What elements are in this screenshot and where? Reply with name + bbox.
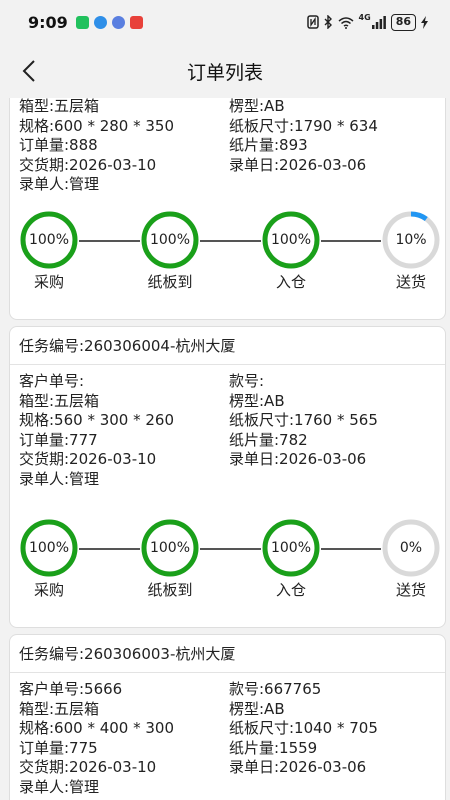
order-field: 纸片量:1559: [229, 738, 318, 757]
order-field: 录单日:2026-03-06: [229, 450, 367, 469]
order-field: 录单人:管理: [19, 469, 100, 488]
order-field: 楞型:AB: [229, 391, 285, 410]
order-list[interactable]: 箱型:五层箱 规格:600 * 280 * 350 订单量:888 交货期:20…: [0, 0, 450, 800]
order-field: 款号:: [229, 372, 265, 390]
order-field: 纸板尺寸:1760 * 565: [229, 411, 378, 430]
progress-stage: 100% 入仓: [261, 517, 321, 599]
progress-stage: 10% 送货: [381, 209, 441, 291]
progress-percent: 100%: [270, 540, 312, 556]
info-left-column: 箱型:五层箱 规格:600 * 280 * 350 订单量:888 交货期:20…: [19, 97, 174, 195]
page-title: 订单列表: [186, 61, 263, 84]
network-type: 4G: [358, 12, 371, 22]
order-field: 交货期:2026-03-10: [19, 758, 157, 777]
stage-connector: [79, 240, 140, 242]
progress-stage: 0% 送货: [381, 517, 441, 599]
stage-connector: [79, 548, 140, 550]
progress-percent: 100%: [270, 232, 312, 248]
battery-indicator: 86: [390, 13, 416, 31]
progress-percent: 100%: [149, 540, 191, 556]
order-field: 客户单号:: [19, 372, 85, 390]
charging-icon: [421, 15, 428, 29]
order-field: 录单人:管理: [19, 175, 100, 194]
browser-notification-icon: [111, 15, 125, 29]
progress-percent: 100%: [28, 232, 70, 248]
order-field: 纸板尺寸:1040 * 705: [229, 719, 378, 738]
wechat-notification-icon: [75, 15, 89, 29]
stage-connector: [200, 240, 261, 242]
order-field: 规格:560 * 300 * 260: [19, 411, 175, 430]
order-field: 箱型:五层箱: [19, 699, 100, 718]
stage-label: 纸板到: [147, 581, 193, 599]
order-card[interactable]: 任务编号:260306003-杭州大厦 客户单号:5666 箱型:五层箱 规格:…: [9, 634, 446, 800]
status-time: 9:09: [28, 12, 68, 32]
signal-icon: 4G: [358, 12, 386, 29]
info-right-column: 款号:667765 楞型:AB 纸板尺寸:1040 * 705 纸片量:1559…: [229, 680, 378, 778]
order-field: 录单日:2026-03-06: [229, 758, 367, 777]
progress-stage: 100% 采购: [19, 517, 79, 599]
app-notification-icon: [93, 15, 107, 29]
stage-label: 采购: [33, 273, 64, 291]
order-field: 楞型:AB: [229, 97, 285, 115]
order-field: 客户单号:5666: [19, 680, 123, 698]
stage-label: 送货: [395, 581, 426, 599]
order-field: 规格:600 * 280 * 350: [19, 116, 175, 135]
back-button[interactable]: [14, 56, 44, 86]
order-card[interactable]: 任务编号:260306004-杭州大厦 客户单号: 箱型:五层箱 规格:560 …: [9, 326, 446, 628]
progress-tracker: 100% 采购 100% 纸板到 100% 入仓 0% 送货: [10, 517, 447, 607]
order-field: 交货期:2026-03-10: [19, 155, 157, 174]
stage-label: 入仓: [275, 273, 306, 291]
stage-connector: [321, 240, 381, 242]
stage-label: 采购: [33, 581, 64, 599]
red-app-notification-icon: [129, 15, 143, 29]
info-left-column: 客户单号: 箱型:五层箱 规格:560 * 300 * 260 订单量:777 …: [19, 372, 174, 490]
stage-connector: [200, 548, 261, 550]
order-field: 订单量:888: [19, 136, 98, 155]
info-left-column: 客户单号:5666 箱型:五层箱 规格:600 * 400 * 300 订单量:…: [19, 680, 174, 798]
info-right-column: 款号: 楞型:AB 纸板尺寸:1760 * 565 纸片量:782 录单日:20…: [229, 372, 378, 470]
nfc-icon: [306, 15, 319, 29]
order-field: 订单量:777: [19, 430, 98, 449]
task-number: 任务编号:260306004-杭州大厦: [10, 327, 445, 365]
progress-percent: 0%: [399, 540, 423, 556]
order-field: 录单日:2026-03-06: [229, 155, 367, 174]
progress-percent: 100%: [149, 232, 191, 248]
order-field: 楞型:AB: [229, 699, 285, 718]
order-field: 箱型:五层箱: [19, 391, 100, 410]
chevron-left-icon: [22, 60, 35, 82]
stage-label: 入仓: [275, 581, 306, 599]
order-field: 录单人:管理: [19, 777, 100, 796]
task-number: 任务编号:260306003-杭州大厦: [10, 635, 445, 673]
progress-tracker: 100% 采购 100% 纸板到 100% 入仓 10% 送货: [10, 209, 447, 299]
status-bar: 9:09 4G 86: [0, 0, 450, 44]
progress-percent: 10%: [395, 232, 427, 248]
order-field: 款号:667765: [229, 680, 322, 698]
order-field: 订单量:775: [19, 738, 98, 757]
stage-connector: [321, 548, 381, 550]
order-field: 纸片量:782: [229, 430, 308, 449]
progress-stage: 100% 纸板到: [140, 517, 200, 599]
order-field: 箱型:五层箱: [19, 97, 100, 115]
progress-percent: 100%: [28, 540, 70, 556]
bluetooth-icon: [324, 15, 333, 29]
stage-label: 纸板到: [147, 273, 193, 291]
order-field: 纸板尺寸:1790 * 634: [229, 116, 378, 135]
order-field: 交货期:2026-03-10: [19, 450, 157, 469]
progress-stage: 100% 采购: [19, 209, 79, 291]
nav-bar: 订单列表: [0, 44, 450, 98]
order-field: 纸片量:893: [229, 136, 308, 155]
wifi-icon: [338, 16, 354, 29]
progress-stage: 100% 纸板到: [140, 209, 200, 291]
stage-label: 送货: [395, 273, 426, 291]
progress-stage: 100% 入仓: [261, 209, 321, 291]
info-right-column: 楞型:AB 纸板尺寸:1790 * 634 纸片量:893 录单日:2026-0…: [229, 97, 378, 175]
order-field: 规格:600 * 400 * 300: [19, 719, 175, 738]
